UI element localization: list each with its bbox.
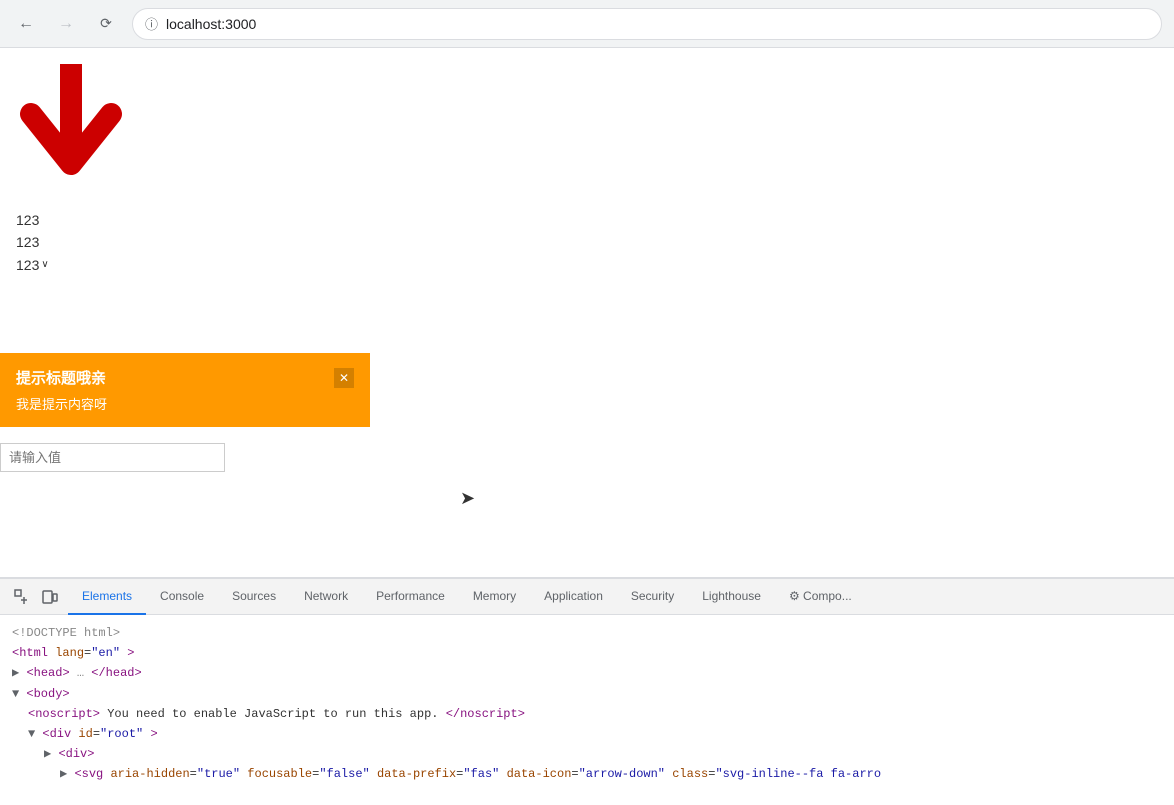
tab-sources[interactable]: Sources bbox=[218, 579, 290, 615]
text-item-2: 123 bbox=[16, 231, 1158, 253]
refresh-button[interactable]: ⟳ bbox=[92, 10, 120, 38]
text-item-select[interactable]: 123 ∨ bbox=[16, 254, 1158, 276]
tab-components[interactable]: ⚙ Compo... bbox=[775, 579, 866, 615]
code-line-noscript: <noscript> You need to enable JavaScript… bbox=[12, 705, 1162, 724]
text-item-1: 123 bbox=[16, 209, 1158, 231]
devtools-content: <!DOCTYPE html> <html lang="en" > ▶ <hea… bbox=[0, 615, 1174, 794]
device-toolbar-button[interactable] bbox=[36, 583, 64, 611]
browser-chrome: ← → ⟳ ⓘ localhost:3000 bbox=[0, 0, 1174, 48]
code-line-div[interactable]: ▶ <div> bbox=[12, 745, 1162, 764]
code-line-html: <html lang="en" > bbox=[12, 644, 1162, 663]
tab-security[interactable]: Security bbox=[617, 579, 688, 615]
tab-performance[interactable]: Performance bbox=[362, 579, 459, 615]
value-input[interactable] bbox=[0, 443, 225, 472]
toast-body: 我是提示内容呀 bbox=[16, 394, 354, 413]
address-bar: ⓘ localhost:3000 bbox=[132, 8, 1162, 40]
url-text[interactable]: localhost:3000 bbox=[166, 16, 256, 32]
code-line-doctype: <!DOCTYPE html> bbox=[12, 624, 1162, 643]
forward-button[interactable]: → bbox=[52, 10, 80, 38]
cursor: ➤ bbox=[460, 488, 475, 509]
info-icon: ⓘ bbox=[145, 14, 158, 33]
arrow-down-icon bbox=[16, 64, 1158, 199]
tab-console[interactable]: Console bbox=[146, 579, 218, 615]
tab-memory[interactable]: Memory bbox=[459, 579, 530, 615]
tab-lighthouse[interactable]: Lighthouse bbox=[688, 579, 775, 615]
toast-close-button[interactable]: ✕ bbox=[334, 368, 354, 388]
code-line-svg[interactable]: ▶ <svg aria-hidden="true" focusable="fal… bbox=[12, 765, 1162, 784]
toast-header: 提示标题哦亲 ✕ bbox=[16, 367, 354, 388]
devtools-panel: Elements Console Sources Network Perform… bbox=[0, 578, 1174, 805]
tab-elements[interactable]: Elements bbox=[68, 579, 146, 615]
code-line-div-root[interactable]: ▼ <div id="root" > bbox=[12, 725, 1162, 744]
main-content: 123 123 123 ∨ 提示标题哦亲 ✕ 我是提示内容呀 ➤ bbox=[0, 48, 1174, 578]
tab-network[interactable]: Network bbox=[290, 579, 362, 615]
code-line-body-open[interactable]: ▼ <body> bbox=[12, 685, 1162, 704]
inspect-element-button[interactable] bbox=[8, 583, 36, 611]
toast-title: 提示标题哦亲 bbox=[16, 367, 106, 388]
tab-application[interactable]: Application bbox=[530, 579, 617, 615]
devtools-tabs: Elements Console Sources Network Perform… bbox=[68, 579, 866, 615]
toast-notification: 提示标题哦亲 ✕ 我是提示内容呀 bbox=[0, 353, 370, 427]
select-arrow: ∨ bbox=[41, 257, 48, 273]
back-button[interactable]: ← bbox=[12, 10, 40, 38]
code-line-head[interactable]: ▶ <head> … </head> bbox=[12, 664, 1162, 683]
devtools-toolbar: Elements Console Sources Network Perform… bbox=[0, 579, 1174, 615]
text-items: 123 123 123 ∨ bbox=[16, 209, 1158, 276]
